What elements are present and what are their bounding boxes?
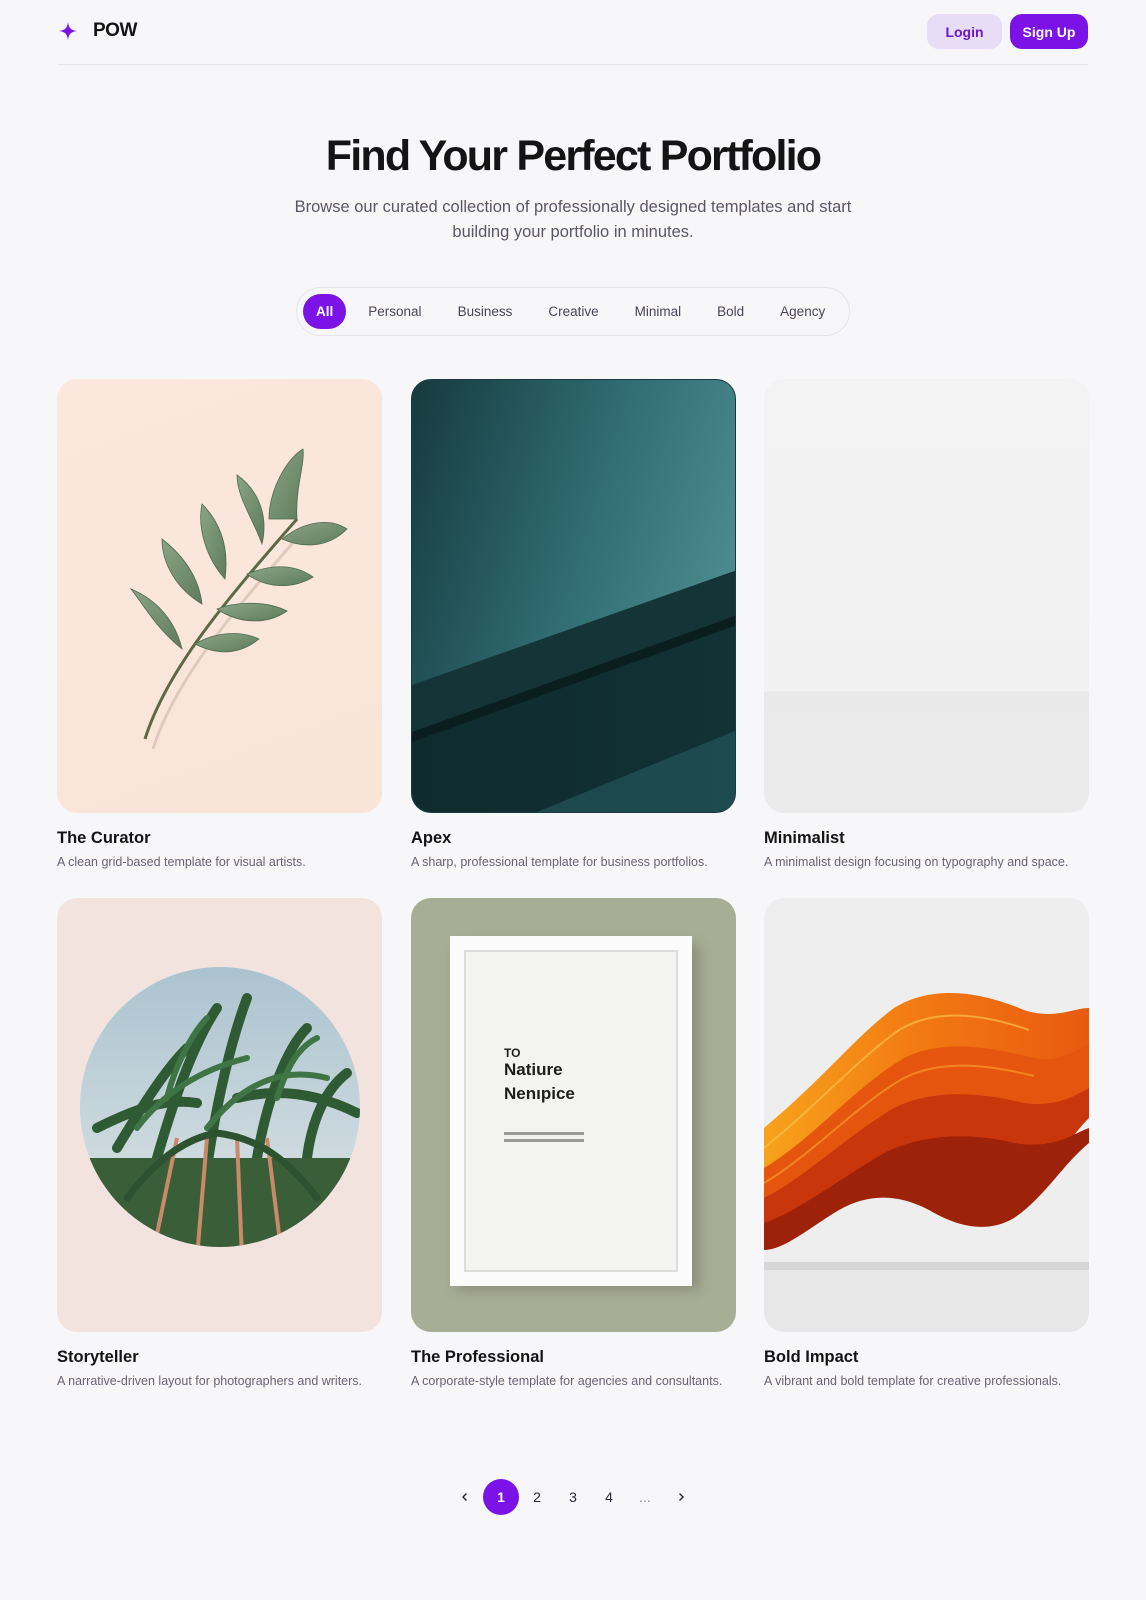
page-2-button[interactable]: 2 (519, 1479, 555, 1515)
category-filter-bar: All Personal Business Creative Minimal B… (296, 287, 850, 336)
poster-line-2: Nenıpice (504, 1084, 575, 1103)
template-description: A sharp, professional template for busin… (411, 855, 708, 869)
template-description: A vibrant and bold template for creative… (764, 1374, 1062, 1388)
leaf-branch-image[interactable] (57, 379, 382, 813)
poster-small-text: TO (504, 1046, 521, 1060)
template-card-bold-impact[interactable]: Bold Impact A vibrant and bold template … (764, 898, 1089, 1391)
filter-creative[interactable]: Creative (534, 294, 612, 329)
template-title[interactable]: The Curator (57, 829, 382, 848)
signup-button[interactable]: Sign Up (1010, 14, 1088, 49)
next-page-button[interactable] (663, 1479, 699, 1515)
filter-minimal[interactable]: Minimal (621, 294, 696, 329)
palm-circle-image[interactable] (57, 898, 382, 1332)
filter-business[interactable]: Business (444, 294, 527, 329)
filter-all[interactable]: All (303, 294, 347, 329)
teal-diagonal-image[interactable] (411, 379, 736, 813)
orange-waves-image[interactable] (764, 898, 1089, 1332)
template-card-storyteller[interactable]: Storyteller A narrative-driven layout fo… (57, 898, 382, 1391)
poster-fine-print (504, 1139, 584, 1142)
template-card-apex[interactable]: Apex A sharp, professional template for … (411, 379, 736, 872)
login-button[interactable]: Login (927, 14, 1002, 49)
template-description: A clean grid-based template for visual a… (57, 855, 306, 869)
pagination: 1 2 3 4 ... (447, 1479, 699, 1515)
filter-agency[interactable]: Agency (766, 294, 839, 329)
template-title[interactable]: Bold Impact (764, 1348, 1089, 1367)
page-3-button[interactable]: 3 (555, 1479, 591, 1515)
chevron-left-icon (462, 1493, 467, 1501)
page-ellipsis: ... (639, 1489, 651, 1505)
filter-personal[interactable]: Personal (354, 294, 435, 329)
template-title[interactable]: Storyteller (57, 1348, 382, 1367)
template-title[interactable]: Minimalist (764, 829, 1089, 848)
template-card-minimalist[interactable]: Minimalist A minimalist design focusing … (764, 379, 1089, 872)
auth-buttons: Login Sign Up (927, 14, 1088, 49)
template-title[interactable]: Apex (411, 829, 736, 848)
blank-wall-image[interactable] (764, 379, 1089, 813)
poster-fine-print (504, 1132, 584, 1135)
poster-line-1: Natiure (504, 1060, 563, 1079)
template-card-professional[interactable]: TO Natiure Nenıpice The Professional A c… (411, 898, 736, 1391)
template-card-curator[interactable]: The Curator A clean grid-based template … (57, 379, 382, 872)
chevron-right-icon (679, 1493, 684, 1501)
brand-name: POW (93, 20, 137, 41)
top-navbar: POW Login Sign Up (57, 14, 1088, 65)
brand-logo[interactable]: POW (57, 20, 137, 42)
framed-poster-image[interactable]: TO Natiure Nenıpice (411, 898, 736, 1332)
page-title: Find Your Perfect Portfolio (325, 132, 822, 180)
sparkle-icon (58, 21, 78, 41)
template-description: A minimalist design focusing on typograp… (764, 855, 1069, 869)
template-title[interactable]: The Professional (411, 1348, 736, 1367)
template-description: A narrative-driven layout for photograph… (57, 1374, 363, 1388)
prev-page-button[interactable] (447, 1479, 483, 1515)
page-4-button[interactable]: 4 (591, 1479, 627, 1515)
page-1-button[interactable]: 1 (483, 1479, 519, 1515)
filter-bold[interactable]: Bold (703, 294, 758, 329)
template-description: A corporate-style template for agencies … (411, 1374, 723, 1388)
page-subtitle: Browse our curated collection of profess… (294, 198, 852, 241)
